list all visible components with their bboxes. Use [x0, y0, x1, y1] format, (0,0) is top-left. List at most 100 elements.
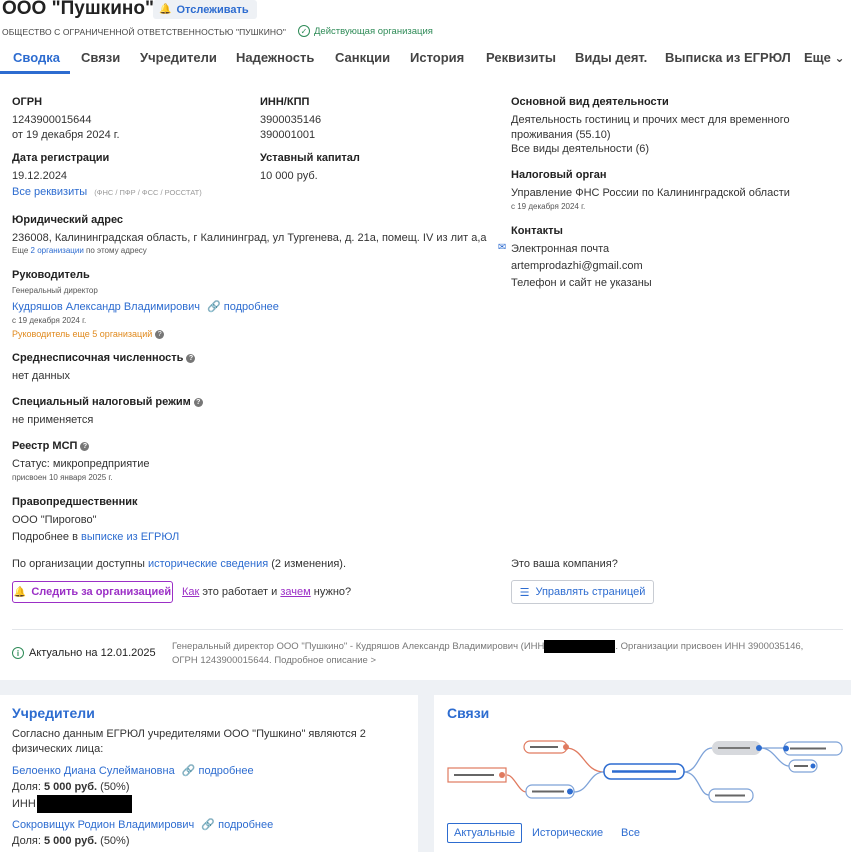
graph-edge — [506, 774, 527, 793]
ogrn-date: от 19 декабря 2024 г. — [12, 129, 120, 141]
address-more-pre: Еще — [12, 246, 29, 255]
founder-2-name[interactable]: Сокровищук Родион Владимирович — [12, 819, 194, 831]
founder-2-more[interactable]: 🔗 подробнее — [201, 819, 273, 831]
tab-activities[interactable]: Виды деят. — [575, 50, 647, 65]
msp-date: присвоен 10 января 2025 г. — [12, 473, 113, 482]
graph-node — [523, 740, 569, 754]
head-name-link[interactable]: Кудряшов Александр Владимирович — [12, 301, 200, 313]
links-tab-historical[interactable]: Исторические — [526, 823, 609, 843]
tab-more[interactable]: Еще ⌄ — [804, 50, 845, 65]
inn-label: ИНН — [12, 798, 36, 810]
founders-intro-2: физических лица: — [12, 743, 104, 755]
head-role: Генеральный директор — [12, 286, 98, 295]
head-more-label: подробнее — [223, 301, 279, 313]
page-title: ООО "Пушкино" — [2, 0, 154, 19]
header: ООО "Пушкино" 🔔 Отслеживать ОБЩЕСТВО С О… — [0, 0, 851, 86]
head-more-link[interactable]: 🔗 подробнее — [207, 301, 279, 313]
msp-value: Статус: микропредприятие — [12, 458, 150, 470]
tab-links[interactable]: Связи — [81, 50, 120, 65]
tab-summary[interactable]: Сводка — [13, 50, 60, 65]
phone-note: Телефон и сайт не указаны — [511, 277, 652, 289]
tab-egrul[interactable]: Выписка из ЕГРЮЛ — [665, 50, 791, 65]
graph-node — [708, 788, 754, 803]
requisites-note: (ФНС / ПФР / ФСС / РОССТАТ) — [94, 188, 202, 197]
predecessor-more-pre: Подробнее в — [12, 531, 78, 543]
head-other-orgs[interactable]: Руководитель еще 5 организаций? — [12, 329, 165, 340]
links-card: Связи Актуальные Исторические Все — [434, 695, 851, 852]
founder-1-name[interactable]: Белоенко Диана Сулеймановна — [12, 765, 175, 777]
email-label: Электронная почта — [511, 243, 610, 255]
tab-sanctions[interactable]: Санкции — [335, 50, 390, 65]
kpp-value: 390001001 — [260, 129, 316, 141]
inn-kpp-label: ИНН/КПП — [260, 96, 310, 108]
tab-reliability[interactable]: Надежность — [236, 50, 314, 65]
founder-1-more[interactable]: 🔗 подробнее — [182, 765, 254, 777]
ogrn-label: ОГРН — [12, 96, 43, 108]
status-text: Действующая организация — [314, 25, 433, 37]
predecessor-link[interactable]: ООО "Пирогово" — [12, 514, 97, 526]
founder-2-share-pct: (50%) — [100, 835, 130, 847]
links-tab-all[interactable]: Все — [615, 823, 646, 843]
graph-edge — [683, 771, 710, 796]
all-activities-link[interactable]: Все виды деятельности (6) — [511, 143, 649, 155]
company-description-line2[interactable]: ОГРН 1243900015644. Подробное описание > — [172, 655, 376, 666]
track-button[interactable]: 🔔 Отслеживать — [153, 0, 257, 19]
address-more-link[interactable]: 2 организации — [31, 246, 84, 255]
tab-more-label: Еще — [804, 50, 831, 65]
links-tab-actual[interactable]: Актуальные — [447, 823, 523, 843]
check-circle-icon: ✓ — [298, 25, 310, 37]
history-post: (2 изменения). — [271, 558, 347, 570]
address-value: 236008, Калининградская область, г Калин… — [12, 232, 487, 244]
tab-history[interactable]: История — [410, 50, 464, 65]
tab-founders[interactable]: Учредители — [140, 50, 217, 65]
graph-edge — [573, 771, 605, 793]
msp-label: Реестр МСП? — [12, 440, 90, 452]
question-icon[interactable]: ? — [155, 330, 165, 340]
history-link[interactable]: исторические сведения — [148, 558, 268, 570]
predecessor-more: Подробнее в выписке из ЕГРЮЛ — [12, 531, 179, 543]
follow-organization-button[interactable]: 🔔 Следить за организацией — [12, 581, 173, 603]
manage-page-button[interactable]: ☰ Управлять страницей — [511, 580, 654, 604]
full-company-name: ОБЩЕСТВО С ОГРАНИЧЕННОЙ ОТВЕТСТВЕННОСТЬЮ… — [2, 27, 286, 37]
mail-icon: ✉ — [498, 242, 507, 253]
founders-title[interactable]: Учредители — [12, 705, 95, 721]
email-link[interactable]: artemprodazhi@gmail.com — [511, 260, 643, 272]
all-requisites-link[interactable]: Все реквизиты — [12, 186, 87, 198]
question-icon[interactable]: ? — [186, 353, 196, 363]
egrul-extract-link[interactable]: выписке из ЕГРЮЛ — [81, 531, 179, 543]
why-link[interactable]: зачем — [280, 586, 310, 598]
activity-line2: проживания (55.10) — [511, 129, 611, 141]
summary-card: ОГРН 1243900015644 от 19 декабря 2024 г.… — [0, 86, 851, 680]
founder-2-row: Сокровищук Родион Владимирович 🔗 подробн… — [12, 818, 273, 831]
link-icon: 🔗 — [181, 765, 196, 777]
link-icon: 🔗 — [207, 301, 221, 313]
redacted-box — [36, 795, 132, 813]
history-pre: По организации доступны — [12, 558, 145, 570]
links-graph[interactable] — [434, 695, 851, 820]
tab-requisites[interactable]: Реквизиты — [486, 50, 556, 65]
reg-date-label: Дата регистрации — [12, 152, 110, 164]
graph-node — [712, 741, 762, 755]
all-requisites-row: Все реквизиты (ФНС / ПФР / ФСС / РОССТАТ… — [12, 186, 202, 198]
share-label: Доля: — [12, 781, 41, 793]
staff-value: нет данных — [12, 370, 71, 382]
your-company-question: Это ваша компания? — [511, 558, 618, 570]
activity-line2-text: проживания — [511, 129, 573, 141]
staff-label: Среднесписочная численность? — [12, 352, 196, 364]
chevron-down-icon: ⌄ — [834, 51, 845, 65]
graph-edge — [683, 747, 713, 773]
predecessor-label: Правопредшественник — [12, 496, 138, 508]
graph-edge — [565, 747, 605, 773]
founder-2-share: Доля: 5 000 руб. (50%) — [12, 835, 130, 847]
question-icon[interactable]: ? — [193, 397, 203, 407]
founder-2-share-value: 5 000 руб. — [43, 835, 98, 847]
founders-intro-1: Согласно данным ЕГРЮЛ учредителями ООО "… — [12, 728, 366, 740]
question-icon[interactable]: ? — [80, 441, 90, 451]
active-tab-indicator — [0, 71, 70, 74]
description-pre: Генеральный директор ООО "Пушкино" - Куд… — [172, 641, 545, 653]
history-note: По организации доступны исторические све… — [12, 558, 346, 570]
manage-button-label: Управлять страницей — [535, 586, 646, 598]
head-other-text: Руководитель еще 5 организаций — [12, 329, 153, 339]
how-link[interactable]: Как — [182, 586, 199, 598]
graph-node — [525, 784, 575, 799]
